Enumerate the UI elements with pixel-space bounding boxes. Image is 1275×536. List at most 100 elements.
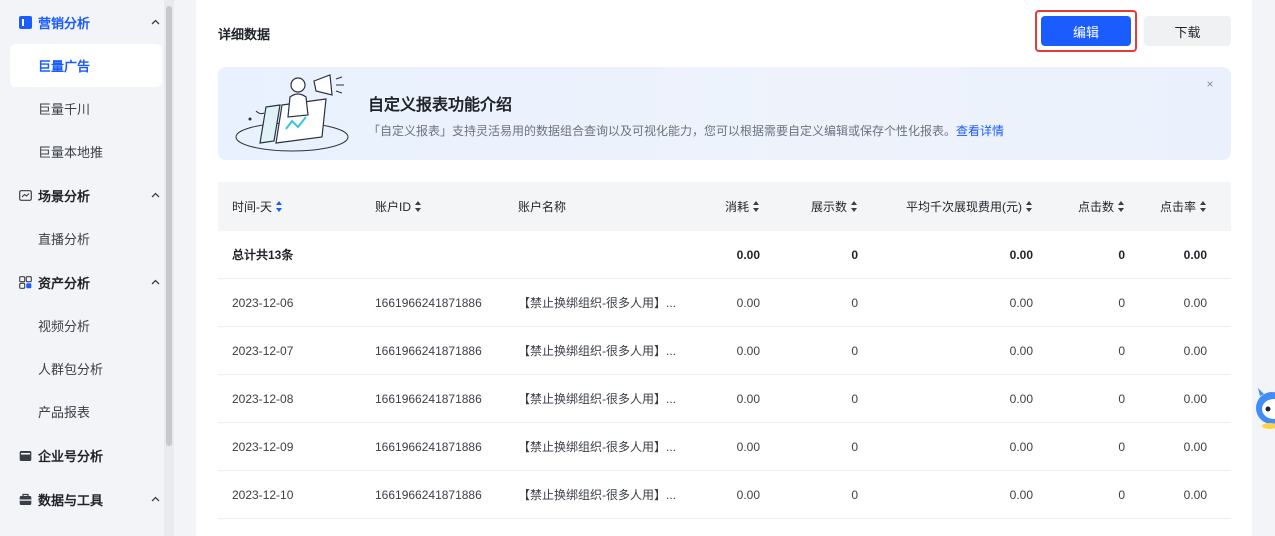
table-cell: 0	[1118, 391, 1125, 406]
col-header-label: 平均千次展现费用(元)	[906, 200, 1022, 214]
table-cell: 0.00	[1183, 247, 1207, 262]
table-cell: 0.00	[1009, 295, 1033, 310]
sidebar: 营销分析 巨量广告 巨量千川 巨量本地推 场景分析 直播分析 资产分析 视频分析…	[0, 0, 174, 536]
table-cell: 2023-12-06	[232, 295, 294, 310]
table-row: 2023-12-08 1661966241871886 【禁止换绑组织-很多人用…	[218, 375, 1231, 423]
table-cell: 0.00	[736, 487, 760, 502]
table-cell: 【禁止换绑组织-很多人用】...	[518, 440, 676, 454]
col-header-account-id[interactable]: 账户ID	[361, 198, 504, 215]
sort-icon[interactable]	[276, 201, 283, 212]
data-table: 时间-天 账户ID 账户名称 消耗 展示数 平均千次展现费用(元) 点击数 点击…	[218, 182, 1231, 519]
col-header-impressions[interactable]: 展示数	[760, 198, 858, 215]
nav-group-asset[interactable]: 资产分析	[0, 260, 174, 304]
col-header-cost[interactable]: 消耗	[706, 198, 760, 215]
table-cell: 0.00	[1183, 391, 1207, 406]
nav-group-tools[interactable]: 数据与工具	[0, 477, 174, 521]
table-cell: 0	[1118, 343, 1125, 358]
nav-group-label: 数据与工具	[38, 492, 104, 508]
custom-report-banner: 自定义报表功能介绍 「自定义报表」支持灵活易用的数据组合查询以及可视化能力，您可…	[218, 67, 1231, 160]
col-header-label: 消耗	[724, 200, 749, 214]
table-cell: 【禁止换绑组织-很多人用】...	[518, 344, 676, 358]
sort-icon[interactable]	[1118, 201, 1125, 212]
table-row: 2023-12-07 1661966241871886 【禁止换绑组织-很多人用…	[218, 327, 1231, 375]
table-row: 2023-12-06 1661966241871886 【禁止换绑组织-很多人用…	[218, 279, 1231, 327]
sidebar-item-audience[interactable]: 人群包分析	[0, 347, 174, 390]
edit-highlight-frame: 编辑	[1035, 10, 1137, 52]
table-cell: 【禁止换绑组织-很多人用】...	[518, 392, 676, 406]
sidebar-item-live[interactable]: 直播分析	[0, 217, 174, 260]
nav-group-label: 资产分析	[38, 275, 91, 291]
table-cell: 0	[851, 439, 858, 454]
col-header-ctr[interactable]: 点击率	[1125, 198, 1207, 215]
table-cell: 总计共13条	[232, 248, 294, 262]
col-header-label: 账户ID	[375, 200, 412, 214]
sidebar-item-video[interactable]: 视频分析	[0, 304, 174, 347]
table-cell: 2023-12-10	[232, 487, 294, 502]
nav-group-enterprise[interactable]: 企业号分析	[0, 433, 174, 477]
col-header-account-name: 账户名称	[504, 198, 706, 215]
col-header-label: 点击率	[1159, 200, 1196, 214]
table-cell: 0.00	[1009, 247, 1033, 262]
sort-icon[interactable]	[851, 201, 858, 212]
nav-group-scene[interactable]: 场景分析	[0, 173, 174, 217]
table-cell: 0.00	[736, 295, 760, 310]
table-cell: 1661966241871886	[375, 439, 482, 454]
table-cell: 1661966241871886	[375, 343, 482, 358]
col-header-cpm[interactable]: 平均千次展现费用(元)	[858, 198, 1033, 215]
table-cell: 0.00	[1183, 343, 1207, 358]
chevron-up-icon[interactable]	[150, 494, 160, 504]
sidebar-scroll-thumb[interactable]	[166, 6, 172, 446]
view-details-link[interactable]: 查看详情	[956, 124, 1004, 138]
banner-title: 自定义报表功能介绍	[368, 97, 513, 114]
table-cell: 0	[1118, 247, 1125, 262]
table-cell: 0	[851, 487, 858, 502]
table-total-row: 总计共13条 0.00 0 0.00 0 0.00	[218, 231, 1231, 279]
table-cell: 0.00	[1009, 343, 1033, 358]
nav-group-label: 企业号分析	[38, 448, 104, 464]
marketing-icon	[18, 15, 32, 29]
nav-group-marketing[interactable]: 营销分析	[0, 0, 174, 44]
banner-description: 「自定义报表」支持灵活易用的数据组合查询以及可视化能力，您可以根据需要自定义编辑…	[368, 122, 1004, 139]
sidebar-item-local-push[interactable]: 巨量本地推	[0, 130, 174, 173]
table-cell: 【禁止换绑组织-很多人用】...	[518, 296, 676, 310]
sort-icon[interactable]	[1026, 201, 1033, 212]
chevron-up-icon[interactable]	[150, 17, 160, 27]
table-cell: 2023-12-08	[232, 391, 294, 406]
col-header-label: 展示数	[810, 200, 847, 214]
col-header-date[interactable]: 时间-天	[218, 198, 361, 215]
table-row: 2023-12-09 1661966241871886 【禁止换绑组织-很多人用…	[218, 423, 1231, 471]
nav-group-label: 营销分析	[38, 15, 91, 31]
table-cell: 0	[851, 391, 858, 406]
assistant-mascot-icon[interactable]	[1252, 378, 1275, 430]
sort-icon[interactable]	[415, 201, 422, 212]
sidebar-item-product[interactable]: 产品报表	[0, 390, 174, 433]
table-cell: 0	[1118, 487, 1125, 502]
col-header-clicks[interactable]: 点击数	[1033, 198, 1125, 215]
col-header-label: 账户名称	[518, 200, 567, 214]
table-cell: 0	[851, 247, 858, 262]
table-cell: 【禁止换绑组织-很多人用】...	[518, 488, 676, 502]
sort-icon[interactable]	[753, 201, 760, 212]
chevron-up-icon[interactable]	[150, 277, 160, 287]
sort-icon[interactable]	[1200, 201, 1207, 212]
table-cell: 0.00	[1183, 487, 1207, 502]
sidebar-scrollbar[interactable]	[164, 0, 174, 536]
edit-button[interactable]: 编辑	[1041, 16, 1131, 46]
table-cell: 0.00	[736, 439, 760, 454]
table-cell: 2023-12-09	[232, 439, 294, 454]
table-cell: 1661966241871886	[375, 391, 482, 406]
sidebar-item-juliang-ads[interactable]: 巨量广告	[10, 44, 162, 87]
sidebar-item-qianchuan[interactable]: 巨量千川	[0, 87, 174, 130]
table-row: 2023-12-10 1661966241871886 【禁止换绑组织-很多人用…	[218, 471, 1231, 519]
table-cell: 0.00	[736, 247, 760, 262]
banner-desc-text: 「自定义报表」支持灵活易用的数据组合查询以及可视化能力，您可以根据需要自定义编辑…	[368, 124, 957, 138]
table-header: 时间-天 账户ID 账户名称 消耗 展示数 平均千次展现费用(元) 点击数 点击…	[218, 182, 1231, 231]
main-panel: 详细数据 编辑 下载 自定义报表功能介绍 「自定义报表」支持灵活易用的数据组合查…	[196, 0, 1252, 536]
chevron-up-icon[interactable]	[150, 190, 160, 200]
table-cell: 0.00	[1009, 487, 1033, 502]
report-illustration-icon	[235, 74, 349, 152]
scene-icon	[18, 188, 32, 202]
table-cell: 0	[851, 295, 858, 310]
close-icon[interactable]: ×	[1203, 77, 1217, 91]
download-button[interactable]: 下载	[1144, 16, 1231, 46]
